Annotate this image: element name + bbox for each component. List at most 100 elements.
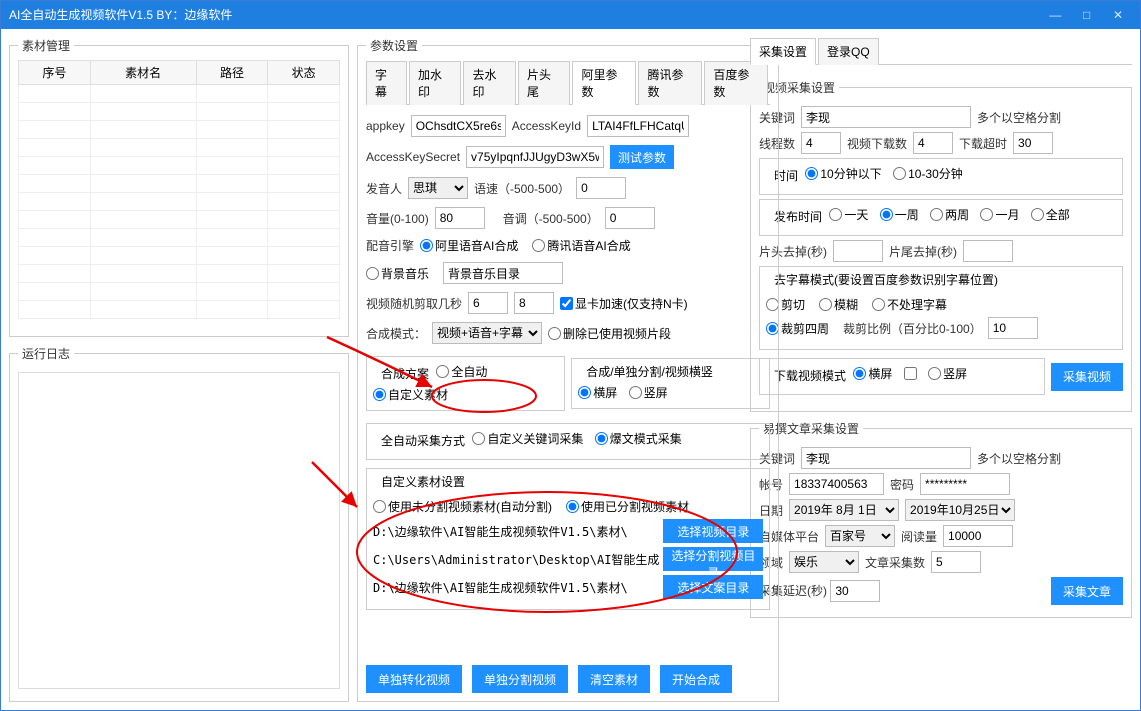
bgm-radio[interactable]: 背景音乐 (366, 265, 429, 282)
randcut-from-input[interactable] (468, 292, 508, 314)
material-panel: 素材管理 序号 素材名 路径 状态 (9, 37, 349, 337)
pitch-input[interactable] (605, 207, 655, 229)
sub-none-radio[interactable]: 不处理字幕 (872, 296, 947, 313)
collect-article-button[interactable]: 采集文章 (1051, 577, 1123, 605)
pub-week-radio[interactable]: 一周 (880, 206, 919, 223)
gpu-accel-check[interactable]: 显卡加速(仅支持N卡) (560, 295, 688, 312)
a-pwd-label: 密码 (890, 476, 914, 493)
appkey-label: appkey (366, 119, 405, 133)
aksec-label: AccessKeySecret (366, 150, 460, 164)
dlmode-group-title: 下载视频模式 (770, 367, 850, 384)
tail-cut-input[interactable] (963, 240, 1013, 262)
plan-custom-radio[interactable]: 自定义素材 (373, 386, 448, 403)
vol-input[interactable] (435, 207, 485, 229)
time-30-radio[interactable]: 10-30分钟 (893, 165, 963, 182)
kw-input[interactable] (801, 106, 971, 128)
a-read-label: 阅读量 (901, 528, 937, 545)
collect-video-button[interactable]: 采集视频 (1051, 363, 1123, 391)
tab-login-qq[interactable]: 登录QQ (818, 38, 879, 65)
clear-material-button[interactable]: 清空素材 (578, 665, 650, 693)
params-panel: 参数设置 字幕 加水印 去水印 片头尾 阿里参数 腾讯参数 百度参数 appke… (357, 37, 779, 702)
tab-ali[interactable]: 阿里参数 (572, 61, 636, 105)
table-row (19, 103, 340, 121)
plan-group-title: 合成方案 (377, 365, 433, 382)
aksec-input[interactable] (466, 146, 604, 168)
custommat-group-title: 自定义素材设置 (377, 473, 469, 490)
sub-ratio-label: 裁剪比例（百分比0-100） (843, 320, 982, 337)
threads-input[interactable] (801, 132, 841, 154)
test-params-button[interactable]: 测试参数 (610, 145, 674, 169)
a-date-to-select[interactable]: 2019年10月25日 (905, 499, 1015, 521)
time-10-radio[interactable]: 10分钟以下 (805, 165, 881, 182)
a-domain-select[interactable]: 娱乐 (789, 551, 859, 573)
close-icon[interactable]: ✕ (1104, 1, 1132, 29)
subtitle-group-title: 去字幕模式(要设置百度参数识别字幕位置) (770, 271, 1002, 288)
head-cut-input[interactable] (833, 240, 883, 262)
tab-subtitle[interactable]: 字幕 (366, 61, 407, 105)
a-delay-input[interactable] (830, 580, 880, 602)
tab-tencent[interactable]: 腾讯参数 (638, 61, 702, 105)
split-v-radio[interactable]: 竖屏 (629, 384, 668, 401)
a-count-label: 文章采集数 (865, 554, 925, 571)
bgm-dir-input[interactable] (443, 262, 563, 284)
select-split-dir-button[interactable]: 选择分割视频目录 (663, 547, 763, 571)
select-article-dir-button[interactable]: 选择文案目录 (663, 575, 763, 599)
dlmode-v-radio[interactable]: 竖屏 (928, 365, 967, 382)
start-compose-button[interactable]: 开始合成 (660, 665, 732, 693)
col-status[interactable]: 状态 (268, 61, 340, 85)
minimize-icon[interactable]: — (1041, 1, 1069, 29)
ac-hot-radio[interactable]: 爆文模式采集 (595, 430, 682, 447)
sub-ratio-input[interactable] (988, 317, 1038, 339)
tab-headtail[interactable]: 片头尾 (518, 61, 570, 105)
table-row (19, 139, 340, 157)
material-legend: 素材管理 (18, 37, 74, 54)
select-video-dir-button[interactable]: 选择视频目录 (663, 519, 763, 543)
autocollect-group-title: 全自动采集方式 (377, 432, 469, 449)
mat-split-radio[interactable]: 使用已分割视频素材 (566, 498, 689, 515)
a-read-input[interactable] (943, 525, 1013, 547)
a-pwd-input[interactable] (920, 473, 1010, 495)
sub-blur-radio[interactable]: 模糊 (819, 296, 858, 313)
dlmode-h-radio[interactable]: 横屏 (853, 365, 892, 382)
pub-2week-radio[interactable]: 两周 (930, 206, 969, 223)
compose-delete-radio[interactable]: 删除已使用视频片段 (548, 325, 671, 342)
maximize-icon[interactable]: □ (1073, 1, 1101, 29)
col-index[interactable]: 序号 (19, 61, 91, 85)
randcut-to-input[interactable] (514, 292, 554, 314)
split-h-radio[interactable]: 横屏 (578, 384, 617, 401)
tab-watermark-remove[interactable]: 去水印 (463, 61, 515, 105)
material-table: 序号 素材名 路径 状态 (18, 60, 340, 319)
pub-day-radio[interactable]: 一天 (829, 206, 868, 223)
timeout-input[interactable] (1013, 132, 1053, 154)
a-plat-select[interactable]: 百家号 (825, 525, 895, 547)
col-path[interactable]: 路径 (196, 61, 268, 85)
dlcount-input[interactable] (913, 132, 953, 154)
voice-label: 发音人 (366, 180, 402, 197)
tab-watermark-add[interactable]: 加水印 (409, 61, 461, 105)
vol-label: 音量(0-100) (366, 210, 429, 227)
appkey-input[interactable] (411, 115, 506, 137)
rate-label: 语速（-500-500） (474, 180, 570, 197)
pub-month-radio[interactable]: 一月 (980, 206, 1019, 223)
col-name[interactable]: 素材名 (90, 61, 196, 85)
a-count-input[interactable] (931, 551, 981, 573)
voice-select[interactable]: 思琪 (408, 177, 468, 199)
engine-ali-radio[interactable]: 阿里语音AI合成 (420, 237, 518, 254)
tab-baidu[interactable]: 百度参数 (704, 61, 768, 105)
rate-input[interactable] (576, 177, 626, 199)
tab-collect-settings[interactable]: 采集设置 (750, 38, 816, 65)
plan-auto-radio[interactable]: 全自动 (436, 363, 487, 380)
a-date-from-select[interactable]: 2019年 8月 1日 (789, 499, 899, 521)
mat-unsplit-radio[interactable]: 使用未分割视频素材(自动分割) (373, 498, 552, 515)
akid-input[interactable] (587, 115, 689, 137)
compose-select[interactable]: 视频+语音+字幕 (432, 322, 542, 344)
split-video-button[interactable]: 单独分割视频 (472, 665, 568, 693)
pub-all-radio[interactable]: 全部 (1031, 206, 1070, 223)
a-kw-input[interactable] (801, 447, 971, 469)
ac-keyword-radio[interactable]: 自定义关键词采集 (472, 430, 583, 447)
convert-video-button[interactable]: 单独转化视频 (366, 665, 462, 693)
dlmode-check[interactable] (904, 367, 917, 380)
article-collect-panel: 易撰文章采集设置 关键词 多个以空格分割 帐号 密码 日期 2019年 8月 1… (750, 420, 1132, 618)
engine-tencent-radio[interactable]: 腾讯语音AI合成 (532, 237, 630, 254)
a-acc-input[interactable] (789, 473, 884, 495)
